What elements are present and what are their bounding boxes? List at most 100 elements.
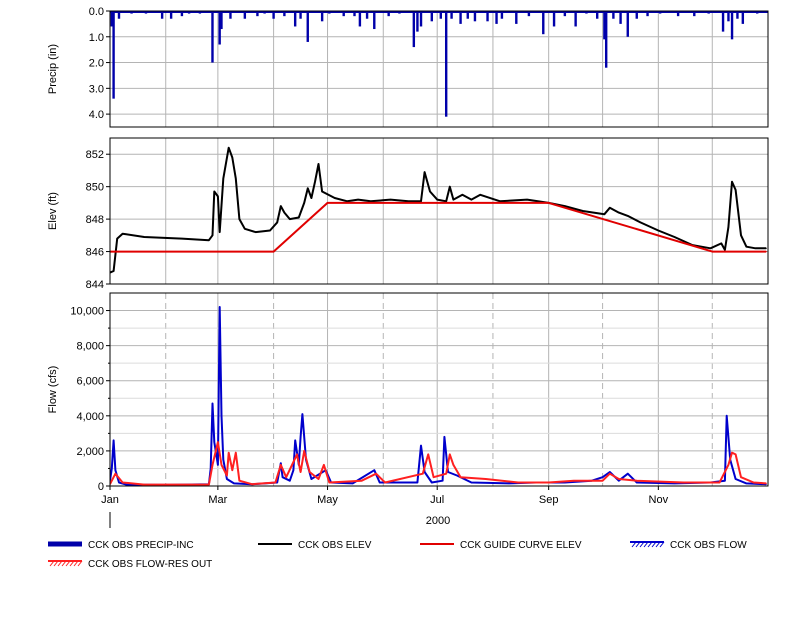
cck-obs-elev-point bbox=[357, 199, 359, 201]
cck-obs-elev-point bbox=[228, 147, 230, 149]
precip-bar bbox=[299, 11, 302, 19]
cck-obs-flow-point bbox=[226, 478, 228, 480]
cck-obs-elev-point bbox=[765, 247, 767, 249]
cck-obs-flow-res-out-point bbox=[285, 476, 287, 478]
legend-label: CCK OBS ELEV bbox=[298, 540, 372, 551]
cck-obs-elev-point bbox=[582, 210, 584, 212]
cck-obs-elev-point bbox=[310, 197, 312, 199]
legend-label: CCK OBS FLOW bbox=[670, 540, 747, 551]
precip-bar bbox=[527, 11, 531, 17]
cck-obs-flow-res-out-point bbox=[765, 482, 767, 484]
cck-obs-flow-point bbox=[294, 439, 296, 441]
legend-label: CCK OBS FLOW-RES OUT bbox=[88, 559, 212, 570]
cck-obs-flow-res-out-point bbox=[384, 481, 386, 484]
precip-bar bbox=[693, 11, 696, 17]
cck-obs-flow-res-out-point bbox=[226, 474, 228, 477]
precip-bar bbox=[515, 11, 518, 24]
cck-obs-flow-point bbox=[280, 462, 282, 464]
flow-ytick-label: 2,000 bbox=[76, 446, 104, 458]
cck-obs-flow-point bbox=[420, 445, 422, 447]
precip-bar bbox=[211, 11, 214, 63]
legend-item-cck-guide-curve-elev: CCK GUIDE CURVE ELEV bbox=[420, 540, 582, 551]
cck-obs-elev-point bbox=[283, 212, 285, 214]
cck-obs-elev-point bbox=[445, 200, 447, 202]
cck-obs-elev-point bbox=[735, 189, 737, 191]
precip-bar bbox=[117, 11, 121, 19]
cck-obs-elev-point bbox=[298, 216, 300, 219]
precip-bar bbox=[612, 11, 615, 19]
cck-obs-flow-res-out-point bbox=[517, 481, 519, 484]
precip-bar bbox=[676, 11, 680, 17]
cck-obs-flow-point bbox=[220, 415, 223, 417]
precip-bar bbox=[459, 11, 462, 24]
cck-obs-elev-point bbox=[121, 233, 124, 235]
cck-obs-flow-res-out-point bbox=[323, 464, 325, 466]
precip-bar bbox=[727, 11, 730, 22]
cck-obs-elev-point bbox=[740, 234, 742, 236]
cck-obs-elev-point bbox=[407, 200, 410, 202]
precip-bar bbox=[495, 11, 498, 24]
cck-obs-elev-point bbox=[244, 228, 246, 230]
cck-obs-elev-point bbox=[727, 226, 730, 228]
flow-ytick-label: 4,000 bbox=[76, 411, 104, 423]
precip-ylabel: Precip (in) bbox=[47, 44, 59, 94]
cck-obs-flow-point bbox=[111, 467, 113, 470]
precip-bar bbox=[342, 11, 345, 17]
cck-obs-flow-point bbox=[724, 480, 726, 482]
precip-ytick-label: 0.0 bbox=[89, 6, 104, 18]
x-year-label: 2000 bbox=[426, 515, 450, 527]
cck-obs-flow-point bbox=[627, 473, 629, 475]
precip-bar bbox=[365, 11, 369, 19]
cck-obs-flow-res-out-point bbox=[231, 469, 233, 471]
cck-obs-flow-res-out-point bbox=[308, 471, 311, 473]
precip-bar bbox=[500, 11, 504, 19]
cck-obs-elev-point bbox=[143, 236, 145, 238]
precip-bar bbox=[466, 11, 469, 19]
cck-obs-elev-point bbox=[389, 199, 392, 201]
hydrograph-chart: 0.0 1.0 2.0 3.0 4.0 Precip (in) 844 846 848 850 85… bbox=[47, 6, 769, 570]
cck-obs-elev-point bbox=[112, 270, 115, 272]
cck-obs-flow-point bbox=[233, 482, 235, 484]
precip-bar bbox=[180, 11, 184, 17]
cck-obs-flow-res-out-point bbox=[208, 483, 210, 486]
cck-obs-flow-res-out-point bbox=[422, 473, 424, 475]
legend-item-cck-obs-flow-res-out: CCK OBS FLOW-RES OUT bbox=[48, 559, 212, 570]
precip-bar bbox=[373, 11, 376, 30]
cck-obs-flow-res-out-point bbox=[727, 464, 730, 466]
x-tick-label: Mar bbox=[208, 494, 227, 506]
cck-obs-flow-res-out-point bbox=[361, 480, 363, 482]
cck-obs-flow-point bbox=[125, 483, 127, 486]
legend-item-cck-obs-elev: CCK OBS ELEV bbox=[258, 540, 372, 551]
cck-obs-flow-point bbox=[112, 439, 115, 441]
cck-obs-elev-point bbox=[627, 215, 629, 217]
cck-obs-flow-res-out-point bbox=[445, 473, 447, 475]
cck-obs-flow-res-out-point bbox=[238, 480, 241, 482]
cck-obs-flow-point bbox=[301, 413, 303, 415]
precip-bar bbox=[450, 11, 453, 19]
cck-obs-flow-res-out-point bbox=[735, 453, 737, 456]
cck-obs-flow-res-out-point bbox=[121, 481, 124, 484]
cck-obs-elev-point bbox=[720, 242, 722, 245]
cck-obs-elev-point bbox=[370, 200, 372, 202]
cck-obs-flow-res-out-point bbox=[731, 452, 733, 454]
cck-obs-flow-point bbox=[602, 476, 604, 478]
cck-obs-flow-res-out-point bbox=[609, 473, 611, 475]
precip-bar bbox=[721, 11, 725, 32]
cck-guide-curve-elev-point bbox=[273, 250, 275, 253]
precip-bar bbox=[353, 11, 356, 17]
cck-obs-flow-point bbox=[276, 481, 278, 484]
precip-bar bbox=[229, 11, 232, 19]
cck-obs-elev-point bbox=[499, 200, 501, 202]
cck-obs-flow-point bbox=[416, 481, 419, 484]
precip-bar bbox=[272, 11, 275, 19]
precip-bar bbox=[486, 11, 489, 22]
cck-obs-elev-point bbox=[673, 236, 676, 238]
cck-obs-elev-point bbox=[238, 218, 241, 220]
cck-obs-flow-res-out-point bbox=[427, 453, 429, 456]
precip-bar bbox=[604, 11, 608, 68]
cck-obs-elev-point bbox=[269, 229, 271, 232]
cck-obs-flow-res-out-point bbox=[143, 483, 145, 486]
x-tick-label: Sep bbox=[539, 494, 559, 506]
cck-obs-flow-res-out-point bbox=[573, 480, 575, 482]
cck-obs-flow-res-out-point bbox=[485, 478, 487, 480]
